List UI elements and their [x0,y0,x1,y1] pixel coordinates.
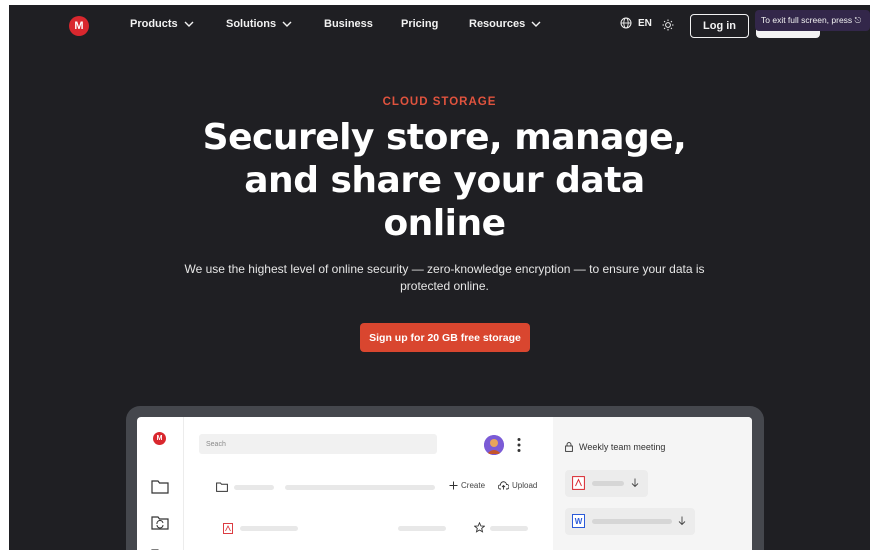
placeholder-bar [234,485,274,490]
file-card: W [565,508,695,535]
nav-resources-label: Resources [469,18,526,30]
nav-business-label: Business [324,18,373,30]
plus-icon [449,481,458,490]
mega-logo[interactable]: M [69,16,89,36]
app-mockup-screen: M Seach Create Upload Weekly team meetin… [137,417,752,550]
folder-icon [216,482,228,492]
file-card [565,470,648,497]
chevron-down-icon [184,21,194,27]
login-button[interactable]: Log in [690,14,749,38]
folder-icon [151,480,169,494]
nav-pricing-label: Pricing [401,18,439,30]
globe-icon [620,17,632,29]
hero-eyebrow: CLOUD STORAGE [382,96,497,108]
placeholder-bar [490,526,528,531]
fullscreen-toast: To exit full screen, press ⎋ [755,10,870,31]
placeholder-bar [592,519,672,524]
nav-products[interactable]: Products [130,18,194,30]
placeholder-bar [398,526,446,531]
word-file-icon: W [572,514,585,528]
hero-headline: Securely store, manage, and share your d… [202,117,687,244]
nav-resources[interactable]: Resources [469,18,541,30]
meeting-title: Weekly team meeting [579,442,666,452]
chevron-down-icon [282,21,292,27]
mockup-create-button: Create [449,481,485,490]
logo-letter: M [74,20,84,32]
pdf-file-icon [572,476,585,490]
placeholder-bar [240,526,298,531]
landing-page: M Products Solutions Business Pricing Re… [9,5,870,550]
theme-toggle[interactable] [662,18,674,36]
top-navigation: M Products Solutions Business Pricing Re… [9,5,870,47]
sync-folder-icon [151,516,169,530]
language-selector[interactable]: EN [620,17,652,29]
placeholder-bar [592,481,624,486]
avatar [484,435,504,455]
language-code: EN [638,17,652,29]
nav-products-label: Products [130,18,178,30]
mockup-upload-label: Upload [512,481,538,490]
download-arrow-icon [678,516,686,526]
nav-solutions-label: Solutions [226,18,277,30]
sun-icon [662,19,674,31]
meeting-header: Weekly team meeting [565,442,665,452]
mockup-create-label: Create [461,481,486,490]
nav-pricing[interactable]: Pricing [401,18,438,30]
mockup-upload-button: Upload [498,481,537,490]
lock-icon [565,442,573,452]
avatar-picture [484,435,504,455]
chevron-down-icon [531,21,541,27]
placeholder-bar [285,485,435,490]
mockup-search-input: Seach [199,434,437,454]
more-options-icon [517,438,521,452]
star-icon [474,522,485,533]
word-badge: W [574,516,583,526]
nav-business[interactable]: Business [324,18,373,30]
mockup-sidebar: M [137,417,184,550]
hero-subtext: We use the highest level of online secur… [184,262,705,293]
signup-cta-button[interactable]: Sign up for 20 GB free storage [360,323,530,352]
mockup-detail-panel: Weekly team meeting W [553,417,752,550]
nav-solutions[interactable]: Solutions [226,18,292,30]
mockup-logo: M [153,432,166,445]
mockup-logo-letter: M [156,435,163,442]
cloud-upload-icon [498,481,509,490]
download-arrow-icon [631,478,639,488]
pdf-file-icon [223,523,233,534]
